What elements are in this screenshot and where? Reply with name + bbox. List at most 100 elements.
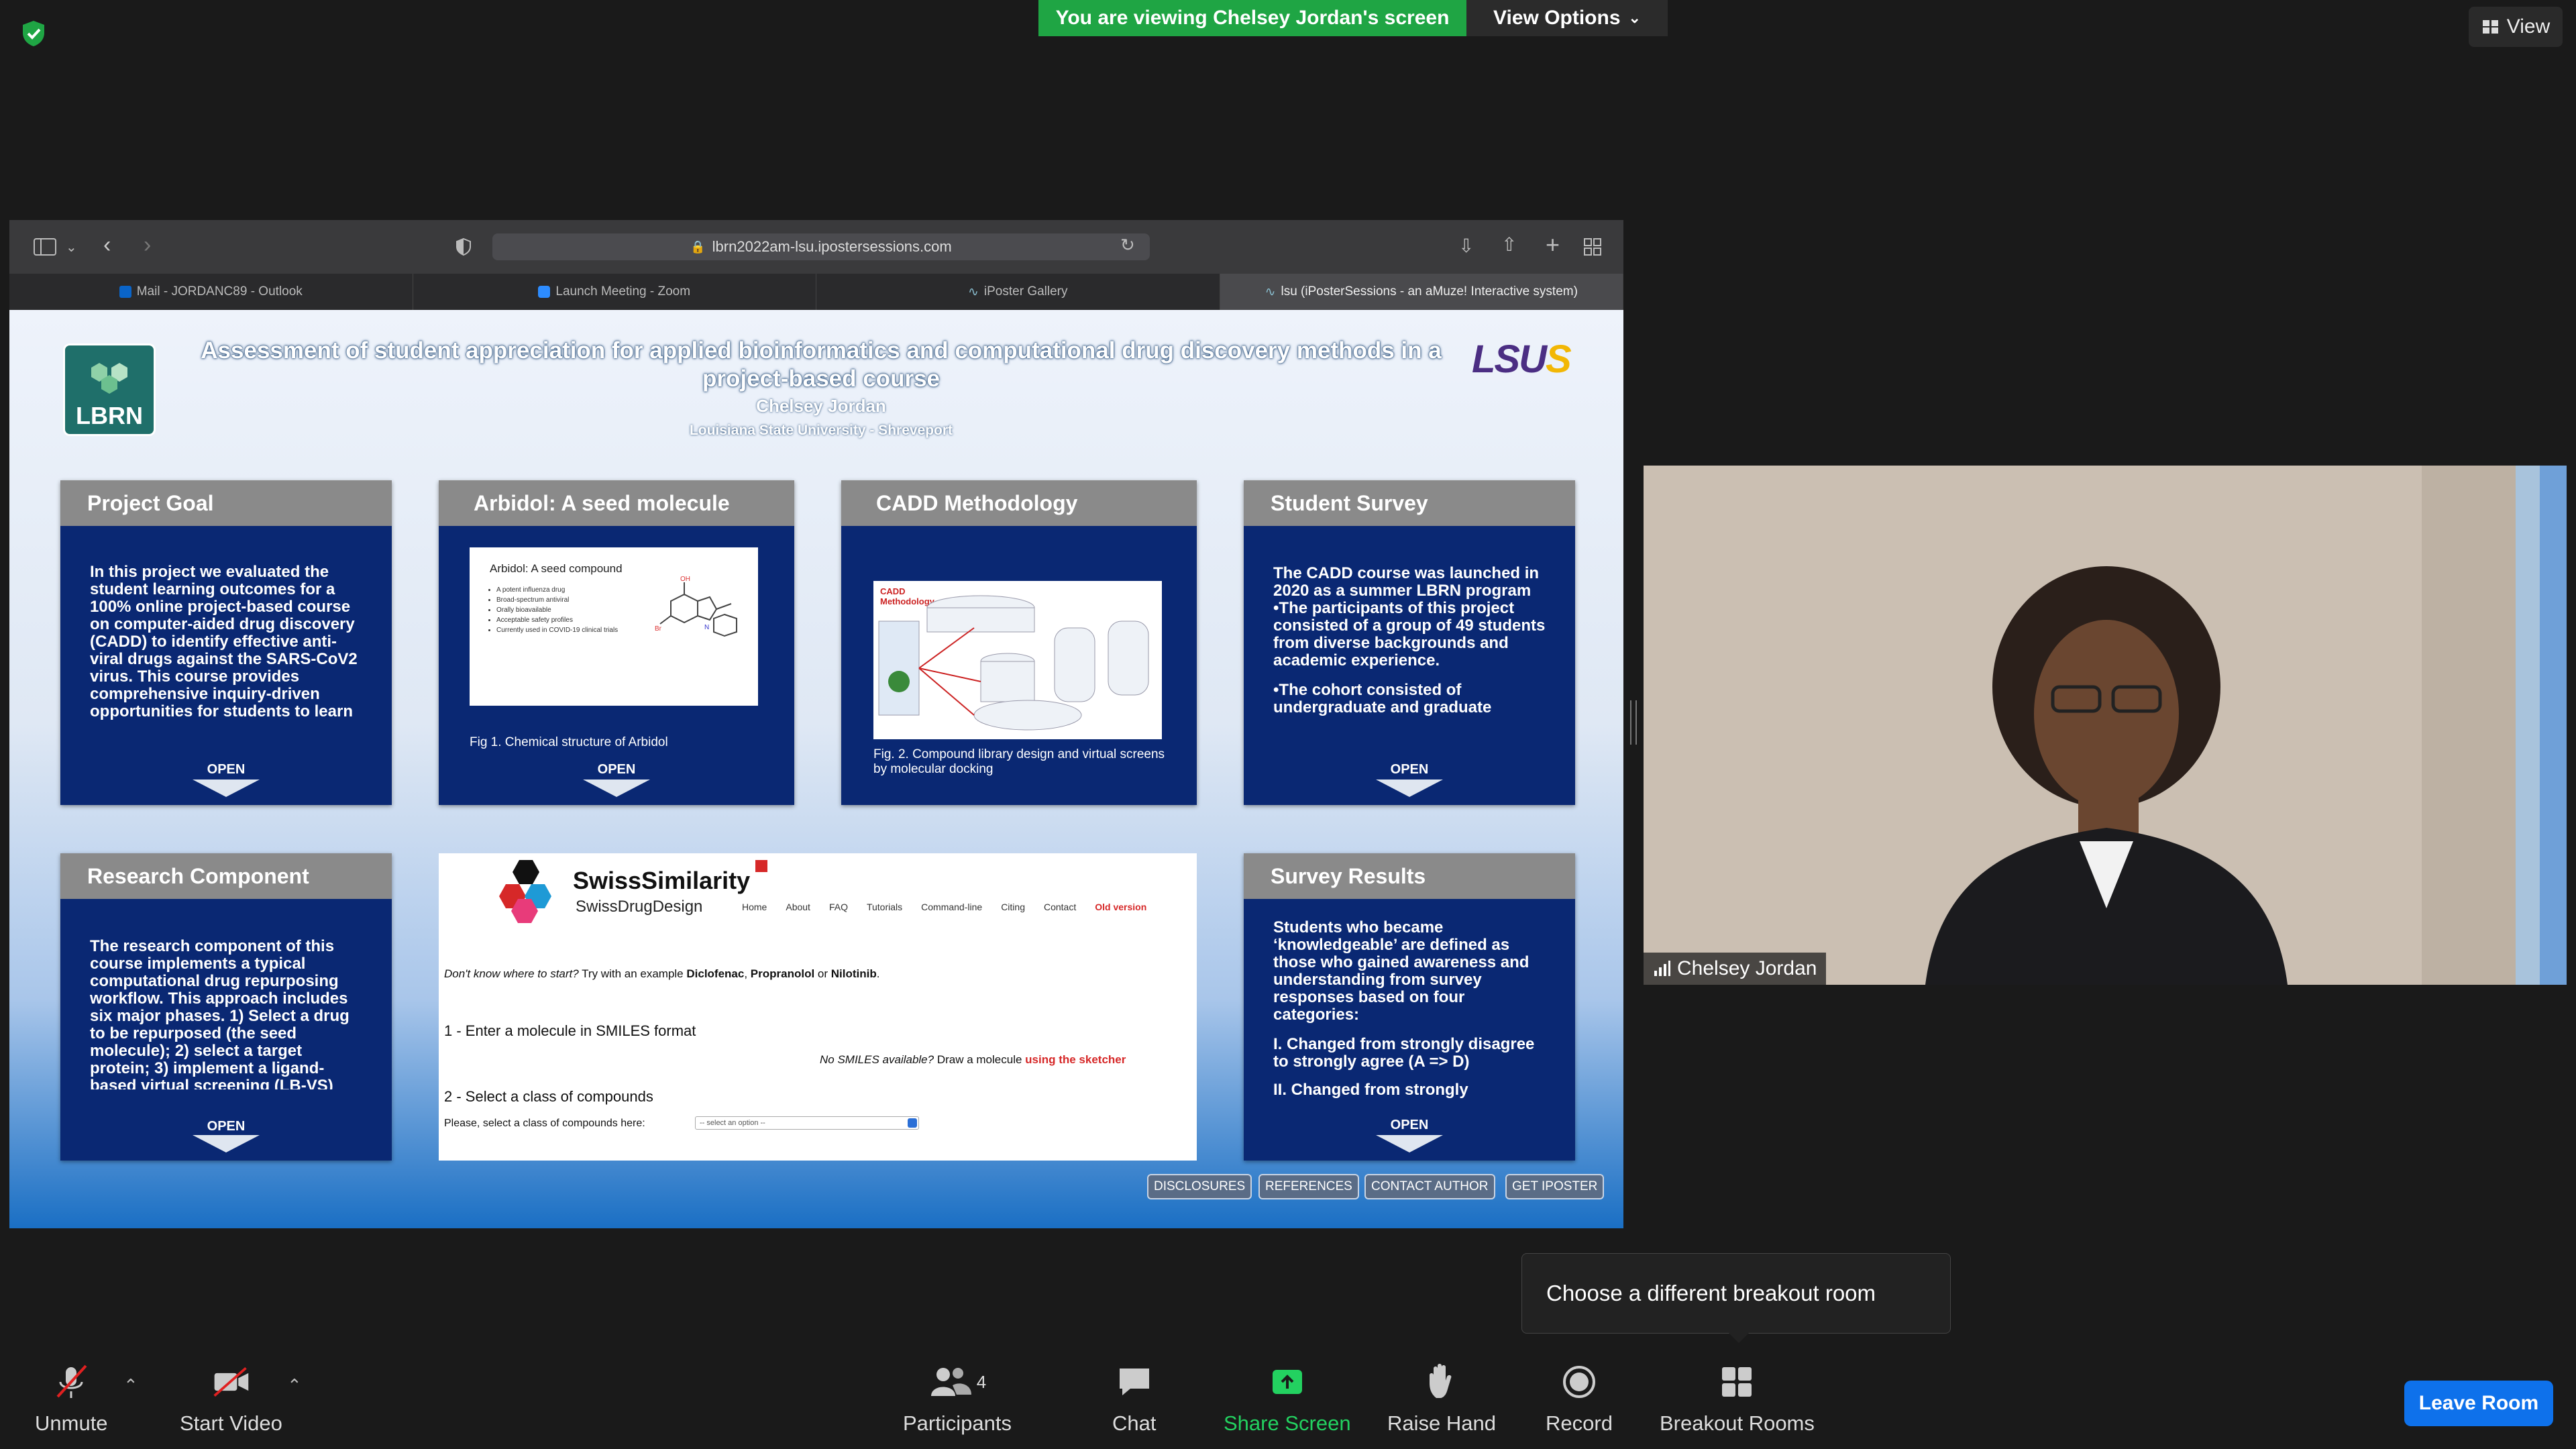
breakout-room-tooltip: Choose a different breakout room [1521,1253,1951,1334]
panel-arbidol[interactable]: Arbidol: A seed molecule Arbidol: A seed… [439,480,794,805]
svg-text:N: N [704,624,709,631]
example-diclofenac[interactable]: Diclofenac [686,967,744,980]
panel-student-survey[interactable]: Student Survey The CADD course was launc… [1244,480,1575,805]
cadd-figure[interactable]: CADD Methodology [873,581,1162,739]
poster-affiliation: Louisiana State University - Shreveport [689,423,953,438]
view-options-dropdown[interactable]: View Options ⌄ [1466,0,1668,36]
chevron-down-icon[interactable]: ⌄ [66,239,77,256]
reload-icon[interactable]: ↻ [1120,235,1135,256]
nav-contact[interactable]: Contact [1044,902,1076,912]
back-arrow-icon[interactable]: ‹ [103,232,111,258]
breakout-rooms-icon [1717,1362,1757,1402]
open-label[interactable]: OPEN [60,762,392,777]
hexagon-logo-icon [91,363,127,394]
open-arrow-icon[interactable] [193,780,260,797]
nav-citing[interactable]: Citing [1001,902,1025,912]
open-arrow-icon[interactable] [583,780,650,797]
participants-icon [930,1368,971,1396]
swiss-step2: 2 - Select a class of compounds [444,1088,653,1105]
tab-outlook[interactable]: Mail - JORDANC89 - Outlook [9,274,413,310]
shared-screen: ⌄ ‹ › 🔒 lbrn2022am-lsu.ipostersessions.c… [9,220,1623,1228]
nav-about[interactable]: About [786,902,810,912]
sketcher-link[interactable]: using the sketcher [1025,1053,1126,1066]
chat-button[interactable]: Chat [1112,1362,1156,1436]
swiss-no-smiles-line: No SMILES available? Draw a molecule usi… [820,1053,1126,1066]
raise-hand-button[interactable]: Raise Hand [1387,1362,1496,1436]
open-label[interactable]: OPEN [1244,762,1575,777]
new-tab-plus-icon[interactable]: + [1546,231,1560,259]
swiss-title: SwissSimilarity [573,867,751,894]
panel-heading: Project Goal [60,480,392,526]
poster: LBRN LSUS Assessment of student apprecia… [9,310,1623,1228]
audio-options-chevron-icon[interactable]: ⌃ [123,1375,138,1396]
chat-bubble-icon [1114,1362,1155,1402]
swiss-select-label: Please, select a class of compounds here… [444,1118,645,1129]
record-button[interactable]: Record [1546,1362,1613,1436]
video-options-chevron-icon[interactable]: ⌃ [287,1375,302,1396]
swisssimilarity-embed[interactable]: SwissSimilarity SwissDrugDesign Home Abo… [439,853,1197,1161]
tab-lsu-iposter[interactable]: ∿ lsu (iPosterSessions - an aMuze! Intera… [1220,274,1623,310]
share-icon[interactable]: ⇧ [1501,233,1517,256]
sidebar-toggle-icon[interactable] [34,237,56,260]
tab-iposter-gallery[interactable]: ∿ iPoster Gallery [816,274,1220,310]
open-arrow-icon[interactable] [193,1135,260,1152]
raise-hand-icon [1421,1362,1462,1402]
view-layout-button[interactable]: View [2469,7,2563,47]
unmute-button[interactable]: Unmute [35,1362,108,1436]
participant-video-tile[interactable] [1644,466,2567,985]
panel-heading: Research Component [60,853,392,899]
panel-research-component[interactable]: Research Component The research componen… [60,853,392,1161]
get-iposter-button[interactable]: GET IPOSTER [1505,1174,1605,1199]
panel-survey-results[interactable]: Survey Results Students who became ‘know… [1244,853,1575,1161]
panel-resize-handle[interactable] [1630,700,1637,745]
arbidol-figure[interactable]: Arbidol: A seed compound A potent influe… [470,547,758,706]
panel-project-goal[interactable]: Project Goal In this project we evaluate… [60,480,392,805]
tab-overview-icon[interactable] [1583,237,1602,260]
share-screen-button[interactable]: Share Screen [1224,1362,1351,1436]
flag-icon [755,860,767,872]
example-propranolol[interactable]: Propranolol [751,967,814,980]
example-nilotinib[interactable]: Nilotinib [831,967,877,980]
privacy-shield-icon[interactable] [455,237,472,260]
address-bar[interactable]: 🔒 lbrn2022am-lsu.ipostersessions.com [492,233,1150,260]
lock-icon: 🔒 [690,239,706,254]
view-button-label: View [2506,15,2551,38]
url-text: lbrn2022am-lsu.ipostersessions.com [712,238,952,255]
figure-caption: Fig. 2. Compound library design and virt… [873,747,1165,776]
tab-label: Mail - JORDANC89 - Outlook [136,284,303,299]
forward-arrow-icon[interactable]: › [144,232,151,258]
nav-home[interactable]: Home [742,902,767,912]
nav-tutorials[interactable]: Tutorials [867,902,902,912]
participants-button[interactable]: 4 Participants [903,1362,1012,1436]
view-options-label: View Options [1493,7,1621,29]
tab-zoom[interactable]: Launch Meeting - Zoom [413,274,816,310]
leave-room-button[interactable]: Leave Room [2404,1381,2553,1426]
nav-old-version[interactable]: Old version [1095,902,1146,912]
nav-faq[interactable]: FAQ [829,902,848,912]
open-arrow-icon[interactable] [1376,780,1443,797]
contact-author-button[interactable]: CONTACT AUTHOR [1364,1174,1495,1199]
breakout-rooms-button[interactable]: Breakout Rooms [1660,1362,1815,1436]
start-video-button[interactable]: Start Video [180,1362,282,1436]
panel-body: In this project we evaluated the student… [90,563,358,721]
share-screen-icon [1267,1362,1307,1402]
security-shield-icon[interactable] [19,19,48,48]
iposter-icon: ∿ [1265,284,1276,299]
cadd-workflow-diagram [878,595,1149,731]
record-icon [1559,1362,1599,1402]
compound-class-select[interactable]: -- select an option -- [695,1116,919,1130]
participant-name-label: Chelsey Jordan [1644,953,1827,985]
open-arrow-icon[interactable] [1376,1135,1443,1152]
open-label[interactable]: OPEN [439,762,794,777]
references-button[interactable]: REFERENCES [1258,1174,1359,1199]
open-label[interactable]: OPEN [60,1119,392,1134]
figure-title: Arbidol: A seed compound [490,562,623,575]
panel-cadd-methodology[interactable]: CADD Methodology CADD Methodology Fig. 2… [841,480,1197,805]
open-label[interactable]: OPEN [1244,1118,1575,1133]
nav-command-line[interactable]: Command-line [921,902,982,912]
download-icon[interactable]: ⇩ [1458,235,1474,257]
disclosures-button[interactable]: DISCLOSURES [1147,1174,1252,1199]
select-stepper-icon [908,1118,917,1128]
outlook-icon [119,286,131,298]
svg-text:Br: Br [655,625,662,633]
